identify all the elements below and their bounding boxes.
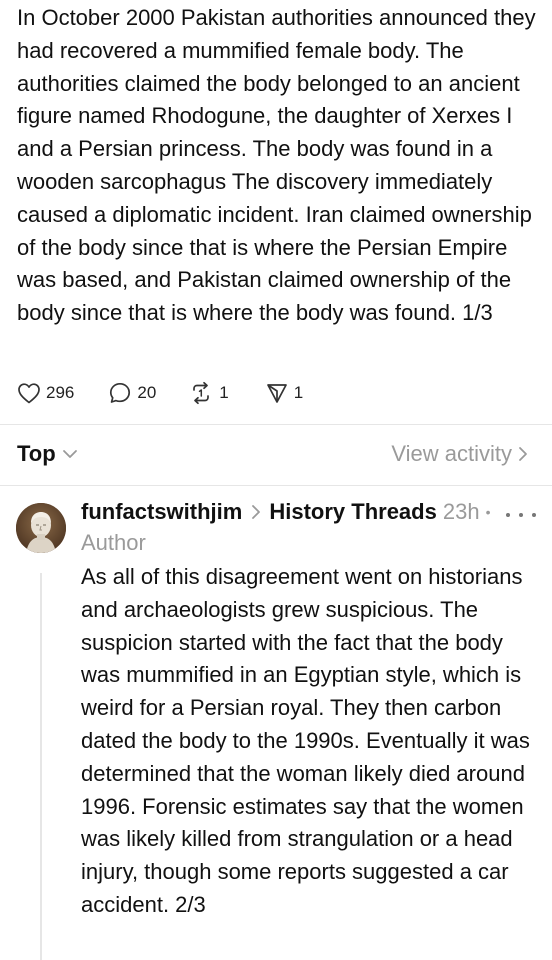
repost-icon bbox=[193, 381, 210, 405]
like-button[interactable]: 296 bbox=[17, 382, 74, 404]
comment-icon bbox=[110, 382, 131, 403]
share-icon bbox=[266, 384, 287, 403]
chevron-right-icon bbox=[519, 447, 527, 461]
repost-button[interactable]: 1 bbox=[188, 381, 229, 405]
sort-dropdown[interactable]: Top bbox=[17, 441, 78, 467]
divider bbox=[0, 485, 552, 486]
chevron-right-icon bbox=[251, 504, 261, 520]
heart-icon bbox=[18, 383, 40, 404]
view-activity-link[interactable]: View activity bbox=[391, 441, 528, 467]
community-link[interactable]: History Threads bbox=[269, 499, 437, 525]
post-actions-bar: 296 20 1 1 bbox=[17, 378, 303, 408]
dot-icon bbox=[519, 513, 523, 517]
post-text: In October 2000 Pakistan authorities ann… bbox=[17, 5, 536, 326]
thread-line bbox=[40, 573, 42, 960]
dot-icon bbox=[506, 513, 510, 517]
avatar[interactable] bbox=[16, 503, 66, 553]
chevron-down-icon bbox=[62, 450, 77, 458]
like-count: 296 bbox=[46, 383, 75, 402]
author-tag: Author bbox=[81, 530, 146, 555]
replies-sort-bar: Top View activity bbox=[0, 428, 552, 484]
sort-label: Top bbox=[17, 441, 56, 466]
reply-count: 20 bbox=[137, 383, 157, 402]
divider bbox=[0, 424, 552, 425]
reply-button[interactable]: 20 bbox=[108, 381, 156, 405]
repost-count: 1 bbox=[219, 383, 229, 402]
view-activity-label: View activity bbox=[391, 441, 512, 466]
reply-text: As all of this disagreement went on hist… bbox=[81, 564, 530, 917]
share-button[interactable]: 1 bbox=[265, 381, 303, 405]
share-count: 1 bbox=[293, 383, 304, 402]
separator-dot: • bbox=[485, 504, 491, 520]
avatar-image bbox=[16, 503, 66, 553]
reply-username[interactable]: funfactswithjim bbox=[81, 499, 242, 525]
reply-timestamp: 23h bbox=[442, 499, 480, 524]
dot-icon bbox=[532, 513, 536, 517]
more-options-button[interactable] bbox=[506, 505, 536, 525]
reply-header: funfactswithjim History Threads 23h • bbox=[81, 497, 541, 527]
